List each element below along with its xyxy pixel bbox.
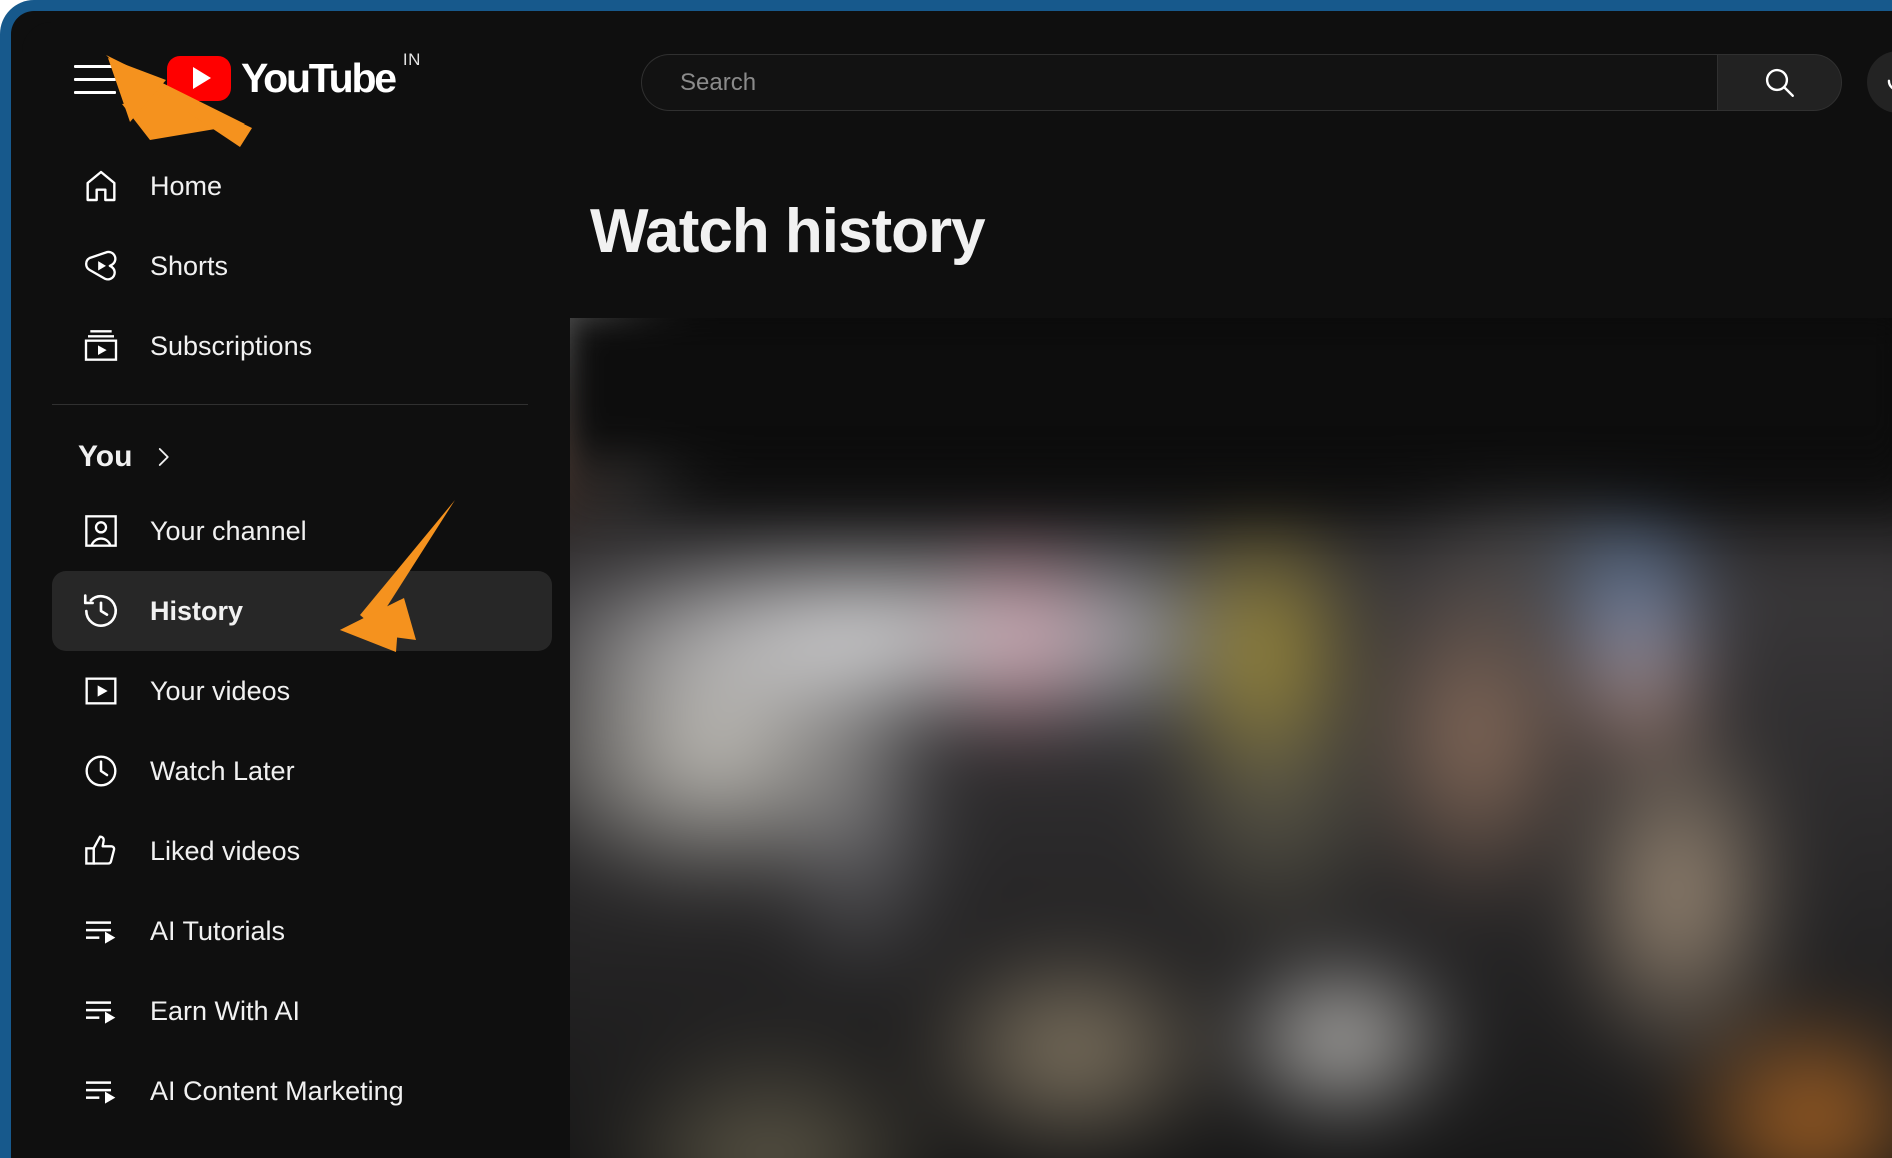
search-bar <box>641 54 1842 111</box>
top-bar: YouTube IN <box>22 22 1892 134</box>
chevron-right-icon <box>150 444 176 470</box>
sidebar-item-label: AI Content Marketing <box>150 1075 404 1106</box>
menu-bar-2 <box>74 78 116 81</box>
sidebar-item-label: Earn With AI <box>150 995 301 1026</box>
microphone-icon <box>1887 79 1892 90</box>
account-box-icon <box>78 508 124 554</box>
youtube-play-icon <box>167 55 231 101</box>
search-icon <box>1765 68 1794 97</box>
sidebar-section-you[interactable]: You <box>22 423 570 491</box>
search-input[interactable] <box>678 67 1717 98</box>
sidebar-item-label: Watch Later <box>150 755 295 786</box>
browser-window-frame: YouTube IN Search Home Shorts Subscripti… <box>0 0 1892 1158</box>
hamburger-menu-icon[interactable] <box>69 54 121 102</box>
sidebar-item-label: Your videos <box>150 675 291 706</box>
menu-bar-3 <box>74 91 116 94</box>
sidebar-item-history[interactable]: History <box>52 571 552 651</box>
subscriptions-icon <box>78 323 124 369</box>
sidebar-item-label: Subscriptions <box>150 330 313 361</box>
sidebar-item-ai-content-marketing[interactable]: AI Content Marketing <box>52 1051 552 1131</box>
sidebar-item-label: Liked videos <box>150 835 301 866</box>
sidebar-item-home[interactable]: Home <box>52 146 552 226</box>
page-title: Watch history <box>590 197 986 266</box>
sidebar-item-earn-with-ai[interactable]: Earn With AI <box>52 971 552 1051</box>
sidebar-item-label: Your channel <box>150 515 307 546</box>
youtube-logo[interactable]: YouTube IN <box>167 50 421 102</box>
history-clock-icon <box>78 588 124 634</box>
sidebar-divider <box>52 404 528 405</box>
search-button[interactable] <box>1717 54 1842 111</box>
youtube-wordmark: YouTube <box>241 54 397 101</box>
clock-icon <box>78 748 124 794</box>
playlist-play-icon <box>78 988 124 1034</box>
main-content: Watch history <box>570 134 1892 1158</box>
playlist-play-icon <box>78 1068 124 1114</box>
sidebar-item-liked-videos[interactable]: Liked videos <box>52 811 552 891</box>
sidebar-item-label: Shorts <box>150 250 229 281</box>
sidebar-item-label: Home <box>150 170 223 201</box>
sidebar-item-label: History <box>150 595 244 626</box>
search-input-container[interactable] <box>641 54 1717 111</box>
sidebar-item-label: AI Tutorials <box>150 915 286 946</box>
you-section-label: You <box>78 440 133 473</box>
screenshot-root: YouTube IN Search Home Shorts Subscripti… <box>0 0 1892 1158</box>
sidebar-navigation: Home Shorts Subscriptions You Your chann… <box>22 134 570 1158</box>
playlist-play-icon <box>78 908 124 954</box>
voice-search-button[interactable] <box>1867 51 1892 113</box>
shorts-icon <box>78 243 124 289</box>
sidebar-item-watch-later[interactable]: Watch Later <box>52 731 552 811</box>
sidebar-item-your-channel[interactable]: Your channel <box>52 491 552 571</box>
video-thumbnail-blurred[interactable] <box>570 318 1892 1158</box>
home-icon <box>78 163 124 209</box>
menu-bar-1 <box>74 65 116 68</box>
sidebar-item-shorts[interactable]: Shorts <box>52 226 552 306</box>
video-box-icon <box>78 668 124 714</box>
country-code-label: IN <box>402 50 421 69</box>
thumbnail-top-shade <box>570 318 1892 528</box>
sidebar-item-subscriptions[interactable]: Subscriptions <box>52 306 552 386</box>
sidebar-item-ai-tutorials[interactable]: AI Tutorials <box>52 891 552 971</box>
thumbs-up-icon <box>78 828 124 874</box>
sidebar-item-your-videos[interactable]: Your videos <box>52 651 552 731</box>
youtube-app: YouTube IN Search Home Shorts Subscripti… <box>22 22 1892 1158</box>
